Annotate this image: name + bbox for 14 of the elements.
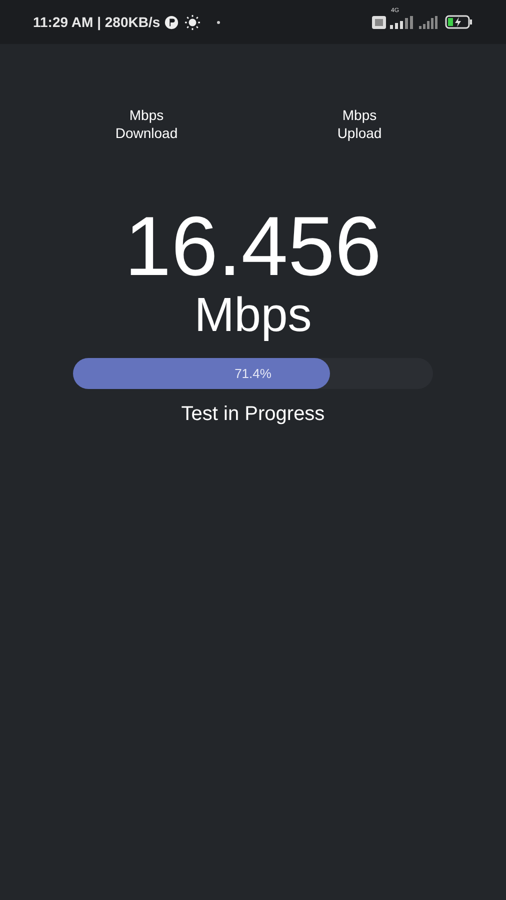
battery-charging-icon <box>445 15 473 29</box>
signal-icon <box>390 16 414 28</box>
speed-value: 16.456 <box>124 204 382 288</box>
sun-icon <box>185 14 200 30</box>
status-time: 11:29 AM | 280KB/s <box>33 12 160 32</box>
speed-unit-label: Mbps <box>342 106 377 124</box>
speed-type-label: Download <box>115 124 178 142</box>
app-notification-icon <box>164 14 180 30</box>
test-status: Test in Progress <box>181 402 325 427</box>
speed-unit-label: Mbps <box>129 106 164 124</box>
speed-type-label: Upload <box>337 124 382 142</box>
signal-icon <box>419 16 439 28</box>
speed-unit: Mbps <box>194 290 312 342</box>
progress-percent: 71.4% <box>234 364 272 383</box>
